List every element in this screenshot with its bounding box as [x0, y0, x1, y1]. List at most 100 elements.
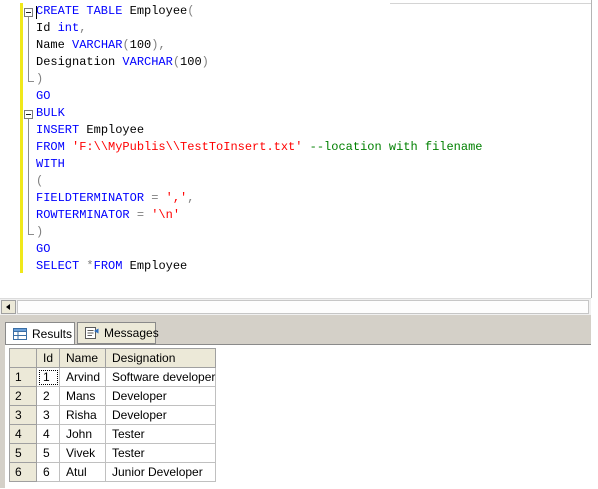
messages-icon	[85, 327, 99, 339]
code-line[interactable]: GO	[36, 241, 482, 258]
outline-end	[28, 81, 34, 82]
scroll-left-button[interactable]	[1, 300, 16, 314]
cell-id[interactable]: 4	[36, 424, 60, 444]
code-line[interactable]: Id int,	[36, 20, 482, 37]
code-line[interactable]: (	[36, 173, 482, 190]
table-row[interactable]: 1 1 Arvind Software developer	[9, 367, 217, 387]
change-tracking-bar	[20, 3, 23, 273]
code-token: =	[136, 208, 145, 222]
code-token: Employee	[122, 259, 188, 273]
code-token: Designation	[36, 55, 123, 69]
tab-results[interactable]: Results	[5, 322, 75, 344]
horizontal-scrollbar[interactable]	[0, 298, 591, 315]
row-number[interactable]: 2	[9, 386, 37, 406]
code-line[interactable]: GO	[36, 88, 482, 105]
code-token: )	[36, 72, 44, 86]
code-token: --location with filename	[302, 140, 483, 154]
code-token: BULK	[36, 106, 65, 120]
table-row[interactable]: 5 5 Vivek Tester	[9, 443, 217, 463]
editor-margin	[0, 0, 20, 298]
code-line[interactable]: FIELDTERMINATOR = ',',	[36, 190, 482, 207]
outline-line	[28, 17, 29, 81]
table-row[interactable]: 4 4 John Tester	[9, 424, 217, 444]
code-line[interactable]: WITH	[36, 156, 482, 173]
column-header-id[interactable]: Id	[36, 348, 60, 368]
code-line[interactable]: ROWTERMINATOR = '\n'	[36, 207, 482, 224]
row-number[interactable]: 1	[9, 367, 37, 387]
collapse-icon[interactable]	[24, 110, 33, 119]
code-token: ,	[79, 21, 87, 35]
outline-line	[28, 119, 29, 234]
outline-end	[28, 234, 34, 235]
table-row[interactable]: 6 6 Atul Junior Developer	[9, 462, 217, 482]
code-token: ','	[158, 191, 188, 205]
cell-name[interactable]: Vivek	[59, 443, 106, 463]
cell-name[interactable]: John	[59, 424, 106, 444]
results-pane: Results Messages Id Name Designation 1 1…	[0, 315, 591, 489]
code-token: ,	[187, 191, 195, 205]
code-token: )	[201, 55, 209, 69]
cell-name[interactable]: Risha	[59, 405, 106, 425]
cell-name[interactable]: Atul	[59, 462, 106, 482]
cell-id[interactable]: 2	[36, 386, 60, 406]
cell-designation[interactable]: Developer	[104, 386, 217, 406]
cell-name[interactable]: Mans	[59, 386, 106, 406]
row-number[interactable]: 6	[9, 462, 37, 482]
grid-icon	[13, 327, 27, 340]
row-number[interactable]: 5	[9, 443, 37, 463]
cell-designation[interactable]: Software developer	[104, 367, 217, 387]
row-number[interactable]: 4	[9, 424, 37, 444]
sql-code[interactable]: CREATE TABLE Employee(Id int, Name VARCHA…	[36, 3, 482, 275]
code-token: int	[57, 21, 80, 35]
code-token: 100	[129, 38, 152, 52]
row-number[interactable]: 3	[9, 405, 37, 425]
tab-messages-label: Messages	[104, 326, 159, 340]
cell-designation[interactable]: Tester	[104, 443, 217, 463]
cell-id[interactable]: 5	[36, 443, 60, 463]
code-token: VARCHAR	[122, 55, 173, 69]
table-row[interactable]: 2 2 Mans Developer	[9, 386, 217, 406]
code-line[interactable]: )	[36, 71, 482, 88]
editor-border	[591, 0, 592, 298]
code-token: )	[36, 225, 44, 239]
collapse-icon[interactable]	[24, 8, 33, 17]
code-line[interactable]: )	[36, 224, 482, 241]
code-token: Employee	[122, 4, 188, 18]
cell-id[interactable]: 1	[36, 367, 60, 387]
column-header-designation[interactable]: Designation	[104, 348, 217, 368]
code-token: INSERT	[36, 123, 80, 137]
cell-designation[interactable]: Developer	[104, 405, 217, 425]
column-header-name[interactable]: Name	[59, 348, 106, 368]
code-token: CREATE TABLE	[36, 4, 123, 18]
code-token: (	[187, 4, 195, 18]
table-row[interactable]: 3 3 Risha Developer	[9, 405, 217, 425]
tab-results-label: Results	[32, 326, 73, 341]
code-line[interactable]: Designation VARCHAR(100)	[36, 54, 482, 71]
code-line[interactable]: CREATE TABLE Employee(	[36, 3, 482, 20]
code-token: '\n'	[144, 208, 181, 222]
code-line[interactable]: INSERT Employee	[36, 122, 482, 139]
cell-id[interactable]: 6	[36, 462, 60, 482]
code-token: (	[122, 38, 130, 52]
grid-corner[interactable]	[9, 348, 37, 368]
cell-designation[interactable]: Tester	[104, 424, 217, 444]
results-grid: Id Name Designation 1 1 Arvind Software …	[9, 348, 217, 482]
code-line[interactable]: SELECT *FROM Employee	[36, 258, 482, 275]
tab-messages[interactable]: Messages	[77, 322, 159, 344]
code-token: Id	[36, 21, 58, 35]
grid-header-row: Id Name Designation	[9, 348, 217, 368]
code-token: VARCHAR	[72, 38, 123, 52]
cell-name[interactable]: Arvind	[59, 367, 106, 387]
code-token: SELECT	[36, 259, 87, 273]
code-token: *	[86, 259, 94, 273]
query-editor[interactable]: CREATE TABLE Employee(Id int, Name VARCHA…	[0, 0, 591, 298]
code-line[interactable]: FROM 'F:\\MyPublis\\TestToInsert.txt' --…	[36, 139, 482, 156]
cell-id[interactable]: 3	[36, 405, 60, 425]
cell-designation[interactable]: Junior Developer	[104, 462, 217, 482]
code-line[interactable]: Name VARCHAR(100),	[36, 37, 482, 54]
scrollbar-thumb[interactable]	[17, 300, 589, 314]
code-token: GO	[36, 89, 51, 103]
code-token: ROWTERMINATOR	[36, 208, 137, 222]
code-token: (	[172, 55, 181, 69]
code-line[interactable]: BULK	[36, 105, 482, 122]
